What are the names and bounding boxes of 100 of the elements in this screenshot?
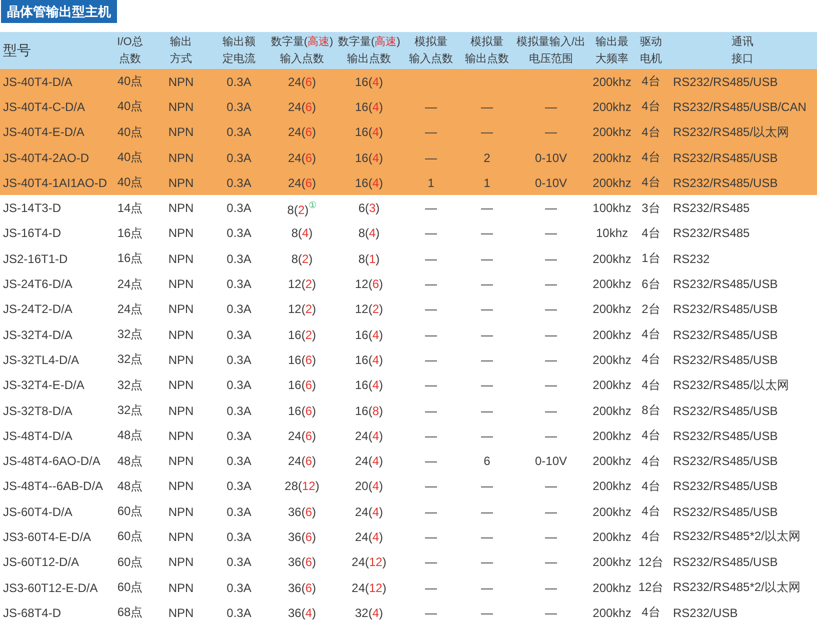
- table-cell-text: NPN: [167, 504, 195, 521]
- table-cell-text: —: [424, 504, 438, 521]
- table-cell: 4台: [634, 69, 668, 94]
- table-cell: 40点: [110, 69, 150, 94]
- table-cell-text: JS-68T4-D: [2, 604, 62, 622]
- table-cell-text: 200khz: [592, 478, 632, 496]
- table-cell-text: —: [480, 528, 494, 546]
- table-cell-text: NPN: [167, 604, 195, 622]
- table-cell-text: 4台: [640, 427, 662, 444]
- table-cell: 0-10V: [512, 170, 590, 196]
- table-cell-text: 10khz: [594, 225, 630, 242]
- table-cell-text: —: [480, 225, 494, 242]
- table-cell-text: 0.3A: [226, 428, 252, 445]
- table-cell-text: 4台: [640, 478, 662, 495]
- table-cell-text: 16(8): [354, 402, 384, 420]
- table-cell-text: JS2-16T1-D: [2, 250, 69, 268]
- table-cell-text: NPN: [167, 580, 195, 597]
- column-header: 通讯 接口: [668, 32, 817, 69]
- table-cell: JS-40T4-E-D/A: [0, 120, 110, 145]
- table-cell-text: JS3-60T12-E-D/A: [2, 580, 99, 597]
- table-cell: JS-40T4-1AI1AO-D: [0, 170, 110, 196]
- table-cell-text: RS232: [672, 250, 711, 268]
- table-cell-text: RS232/RS485/USB: [672, 326, 779, 344]
- table-cell-text: 6: [482, 453, 492, 470]
- table-cell: 0.3A: [212, 120, 266, 145]
- table-cell-text: RS232/RS485/USB: [672, 352, 779, 369]
- table-cell-text: 100khz: [592, 200, 632, 218]
- table-cell-text: 12(2): [286, 276, 318, 294]
- table-cell-text: 16(6): [286, 402, 318, 420]
- table-cell-text: RS232/RS485/USB: [672, 276, 779, 294]
- table-cell-text: 24(4): [354, 453, 384, 470]
- table-cell-text: —: [424, 200, 438, 218]
- table-cell: NPN: [150, 170, 212, 196]
- table-cell-text: 8(2): [290, 250, 314, 268]
- table-cell-text: 32点: [116, 351, 144, 368]
- table-cell-text: —: [544, 604, 558, 622]
- table-cell-text: 0.3A: [226, 326, 252, 344]
- table-cell-text: 4台: [640, 351, 662, 368]
- table-cell-text: 4台: [640, 224, 662, 242]
- table-cell-text: 0.3A: [226, 352, 252, 369]
- table-cell: 200khz: [590, 144, 634, 170]
- table-cell-text: 200khz: [592, 301, 632, 318]
- table-cell-text: —: [480, 478, 494, 496]
- table-cell-text: 24(4): [354, 528, 384, 546]
- table-cell-text: 68点: [116, 604, 144, 622]
- column-header: 型号: [0, 32, 110, 69]
- table-cell-text: 36(6): [286, 528, 318, 546]
- table-cell-text: 4台: [640, 604, 662, 622]
- table-cell-text: JS-14T3-D: [2, 200, 62, 218]
- table-cell: 200khz: [590, 170, 634, 196]
- table-cell-text: JS-24T6-D/A: [2, 276, 74, 294]
- table-cell: 16(4): [338, 94, 400, 120]
- table-cell-text: 36(4): [286, 604, 318, 622]
- table-cell-text: —: [424, 352, 438, 369]
- table-cell-text: —: [544, 402, 558, 420]
- table-cell-text: 24(6): [286, 453, 318, 470]
- table-cell-text: 3台: [640, 200, 662, 217]
- table-cell-text: 48点: [116, 427, 144, 444]
- table-cell-text: 0.3A: [226, 200, 252, 218]
- table-cell-text: —: [544, 580, 558, 597]
- table-cell-text: —: [424, 478, 438, 496]
- table-cell-text: —: [480, 250, 494, 268]
- table-cell-text: 32(4): [354, 604, 384, 622]
- table-cell: 200khz: [590, 120, 634, 145]
- table-cell-text: 200khz: [592, 554, 632, 572]
- table-cell-text: 60点: [116, 528, 144, 546]
- table-cell-text: 0.3A: [226, 225, 252, 242]
- table-cell-text: 200khz: [592, 250, 632, 268]
- table-cell-text: JS-32T8-D/A: [2, 402, 74, 420]
- table-cell-text: —: [424, 604, 438, 622]
- table-cell-text: 60点: [116, 579, 144, 596]
- table-cell-text: 4台: [640, 452, 662, 470]
- table-cell-text: 1台: [640, 250, 662, 268]
- table-cell-text: NPN: [167, 428, 195, 445]
- table-cell: RS232/RS485/USB: [668, 69, 817, 94]
- table-cell-text: 60点: [116, 503, 144, 520]
- table-cell-text: NPN: [167, 453, 195, 470]
- table-cell-text: 6(3): [357, 200, 381, 218]
- table-cell-text: RS232/RS485/USB: [672, 402, 779, 420]
- table-cell-text: 32点: [116, 402, 144, 419]
- table-cell-text: JS-48T4-D/A: [2, 428, 74, 445]
- table-cell-text: NPN: [167, 250, 195, 268]
- table-cell: NPN: [150, 144, 212, 170]
- table-cell-text: 20(4): [354, 478, 384, 496]
- table-cell: 0-10V: [512, 144, 590, 170]
- table-cell-text: —: [480, 352, 494, 369]
- table-cell-text: 6台: [640, 276, 662, 293]
- table-cell-text: JS-48T4-6AO-D/A: [2, 453, 102, 470]
- table-cell: 4台: [634, 94, 668, 120]
- table-cell-text: RS232/USB: [672, 604, 739, 622]
- table-cell-text: —: [480, 326, 494, 344]
- table-cell-text: —: [424, 428, 438, 445]
- table-cell-text: RS232/RS485/以太网: [672, 376, 790, 394]
- table-cell-text: 24(4): [354, 504, 384, 521]
- table-cell-text: JS3-60T4-E-D/A: [2, 528, 92, 546]
- table-cell-text: 0.3A: [226, 554, 252, 572]
- table-cell-text: RS232/RS485/USB: [672, 478, 779, 496]
- table-cell: 1: [462, 170, 512, 196]
- table-cell-text: —: [544, 301, 558, 318]
- column-header: 输出最 大频率: [590, 32, 634, 69]
